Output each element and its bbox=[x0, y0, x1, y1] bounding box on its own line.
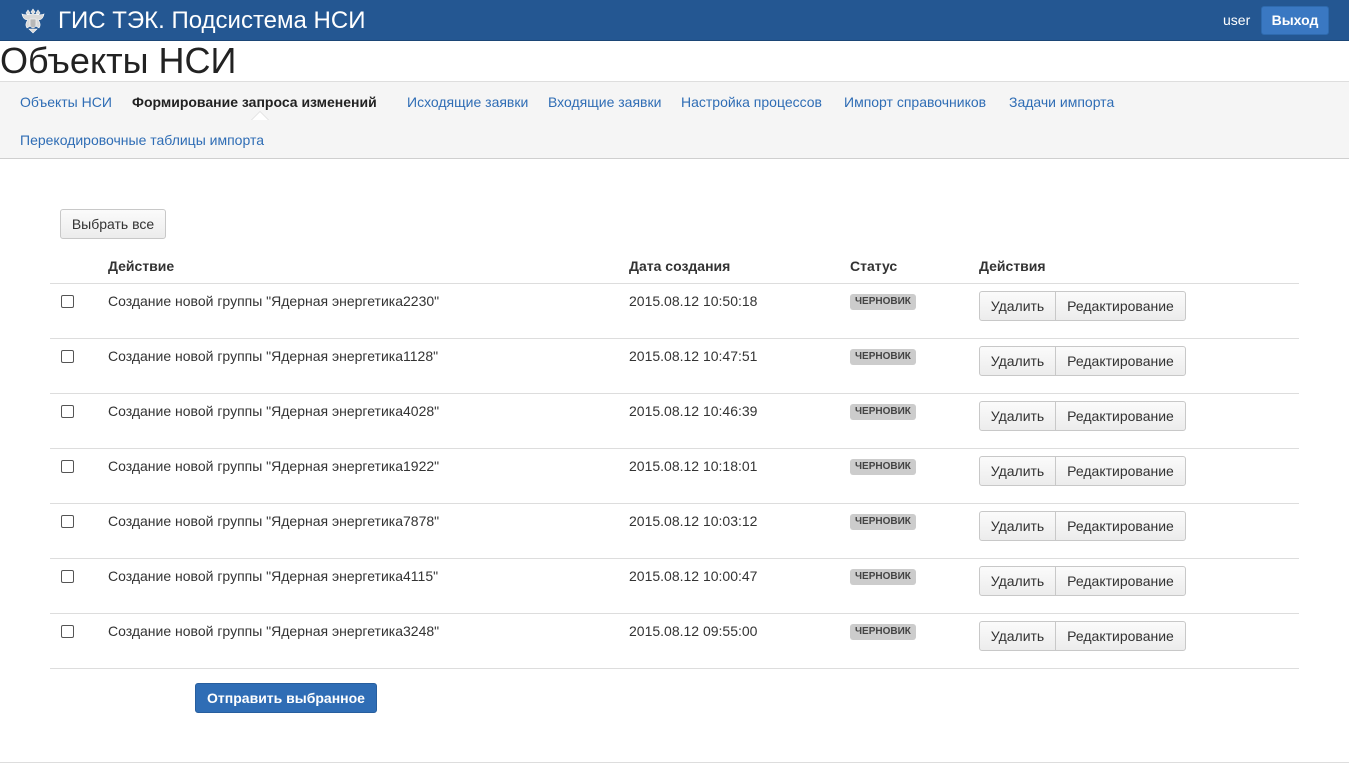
row-action: Создание новой группы "Ядерная энергетик… bbox=[108, 293, 440, 309]
delete-button[interactable]: Удалить bbox=[979, 346, 1056, 376]
table-row: Создание новой группы "Ядерная энергетик… bbox=[50, 449, 1299, 504]
nav-item-change-request[interactable]: Формирование запроса изменений bbox=[132, 93, 377, 111]
edit-button[interactable]: Редактирование bbox=[1055, 566, 1186, 596]
table-divider bbox=[50, 668, 1299, 669]
edit-button[interactable]: Редактирование bbox=[1055, 401, 1186, 431]
nav-item-incoming-requests[interactable]: Входящие заявки bbox=[548, 93, 661, 111]
row-date: 2015.08.12 10:00:47 bbox=[629, 568, 758, 584]
delete-button[interactable]: Удалить bbox=[979, 456, 1056, 486]
table-row: Создание новой группы "Ядерная энергетик… bbox=[50, 339, 1299, 394]
select-all-button[interactable]: Выбрать все bbox=[60, 209, 166, 239]
status-badge: ЧЕРНОВИК bbox=[850, 459, 916, 475]
row-date: 2015.08.12 10:03:12 bbox=[629, 513, 758, 529]
row-date: 2015.08.12 09:55:00 bbox=[629, 623, 758, 639]
table-row: Создание новой группы "Ядерная энергетик… bbox=[50, 504, 1299, 559]
footer-divider bbox=[0, 762, 1349, 763]
row-action-buttons: Удалить Редактирование bbox=[979, 511, 1186, 541]
row-date: 2015.08.12 10:46:39 bbox=[629, 403, 758, 419]
status-badge: ЧЕРНОВИК bbox=[850, 349, 916, 365]
nav-item-nsi-objects[interactable]: Объекты НСИ bbox=[20, 93, 112, 111]
status-badge: ЧЕРНОВИК bbox=[850, 569, 916, 585]
nav-item-import-dictionaries[interactable]: Импорт справочников bbox=[844, 93, 986, 111]
row-action: Создание новой группы "Ядерная энергетик… bbox=[108, 403, 440, 419]
page-title: Объекты НСИ bbox=[0, 40, 237, 81]
logout-button[interactable]: Выход bbox=[1261, 6, 1329, 35]
top-bar: ГИС ТЭК. Подсистема НСИ user Выход bbox=[0, 0, 1349, 41]
table-row: Создание новой группы "Ядерная энергетик… bbox=[50, 394, 1299, 449]
edit-button[interactable]: Редактирование bbox=[1055, 511, 1186, 541]
row-checkbox[interactable] bbox=[61, 460, 74, 473]
delete-button[interactable]: Удалить bbox=[979, 566, 1056, 596]
edit-button[interactable]: Редактирование bbox=[1055, 346, 1186, 376]
table-row: Создание новой группы "Ядерная энергетик… bbox=[50, 284, 1299, 339]
row-checkbox[interactable] bbox=[61, 405, 74, 418]
edit-button[interactable]: Редактирование bbox=[1055, 621, 1186, 651]
app-title: ГИС ТЭК. Подсистема НСИ bbox=[58, 7, 366, 34]
column-header-actions: Действия bbox=[979, 258, 1046, 274]
status-badge: ЧЕРНОВИК bbox=[850, 404, 916, 420]
row-action: Создание новой группы "Ядерная энергетик… bbox=[108, 568, 439, 584]
delete-button[interactable]: Удалить bbox=[979, 511, 1056, 541]
column-header-action: Действие bbox=[108, 258, 175, 274]
nav-item-import-recoding-tables[interactable]: Перекодировочные таблицы импорта bbox=[20, 131, 264, 149]
section-nav: Объекты НСИ Формирование запроса изменен… bbox=[0, 81, 1349, 159]
row-action-buttons: Удалить Редактирование bbox=[979, 291, 1186, 321]
column-header-date: Дата создания bbox=[629, 258, 731, 274]
row-action: Создание новой группы "Ядерная энергетик… bbox=[108, 623, 440, 639]
username: user bbox=[1223, 12, 1251, 28]
delete-button[interactable]: Удалить bbox=[979, 621, 1056, 651]
active-tab-caret bbox=[252, 112, 268, 120]
status-badge: ЧЕРНОВИК bbox=[850, 294, 916, 310]
row-checkbox[interactable] bbox=[61, 515, 74, 528]
delete-button[interactable]: Удалить bbox=[979, 291, 1056, 321]
row-action: Создание новой группы "Ядерная энергетик… bbox=[108, 458, 440, 474]
row-checkbox[interactable] bbox=[61, 625, 74, 638]
row-date: 2015.08.12 10:47:51 bbox=[629, 348, 758, 364]
row-action: Создание новой группы "Ядерная энергетик… bbox=[108, 348, 439, 364]
table-row: Создание новой группы "Ядерная энергетик… bbox=[50, 559, 1299, 614]
nav-item-outgoing-requests[interactable]: Исходящие заявки bbox=[407, 93, 528, 111]
status-badge: ЧЕРНОВИК bbox=[850, 514, 916, 530]
nav-item-process-settings[interactable]: Настройка процессов bbox=[681, 93, 822, 111]
row-date: 2015.08.12 10:50:18 bbox=[629, 293, 758, 309]
column-header-status: Статус bbox=[850, 258, 898, 274]
row-action-buttons: Удалить Редактирование bbox=[979, 566, 1186, 596]
row-action-buttons: Удалить Редактирование bbox=[979, 346, 1186, 376]
row-action-buttons: Удалить Редактирование bbox=[979, 401, 1186, 431]
send-selected-button[interactable]: Отправить выбранное bbox=[195, 683, 377, 713]
row-checkbox[interactable] bbox=[61, 570, 74, 583]
delete-button[interactable]: Удалить bbox=[979, 401, 1056, 431]
row-action: Создание новой группы "Ядерная энергетик… bbox=[108, 513, 440, 529]
row-action-buttons: Удалить Редактирование bbox=[979, 621, 1186, 651]
row-checkbox[interactable] bbox=[61, 295, 74, 308]
table-row: Создание новой группы "Ядерная энергетик… bbox=[50, 614, 1299, 669]
status-badge: ЧЕРНОВИК bbox=[850, 624, 916, 640]
coat-of-arms-icon bbox=[21, 8, 45, 34]
row-action-buttons: Удалить Редактирование bbox=[979, 456, 1186, 486]
edit-button[interactable]: Редактирование bbox=[1055, 456, 1186, 486]
row-date: 2015.08.12 10:18:01 bbox=[629, 458, 758, 474]
nav-item-import-tasks[interactable]: Задачи импорта bbox=[1009, 93, 1114, 111]
row-checkbox[interactable] bbox=[61, 350, 74, 363]
edit-button[interactable]: Редактирование bbox=[1055, 291, 1186, 321]
